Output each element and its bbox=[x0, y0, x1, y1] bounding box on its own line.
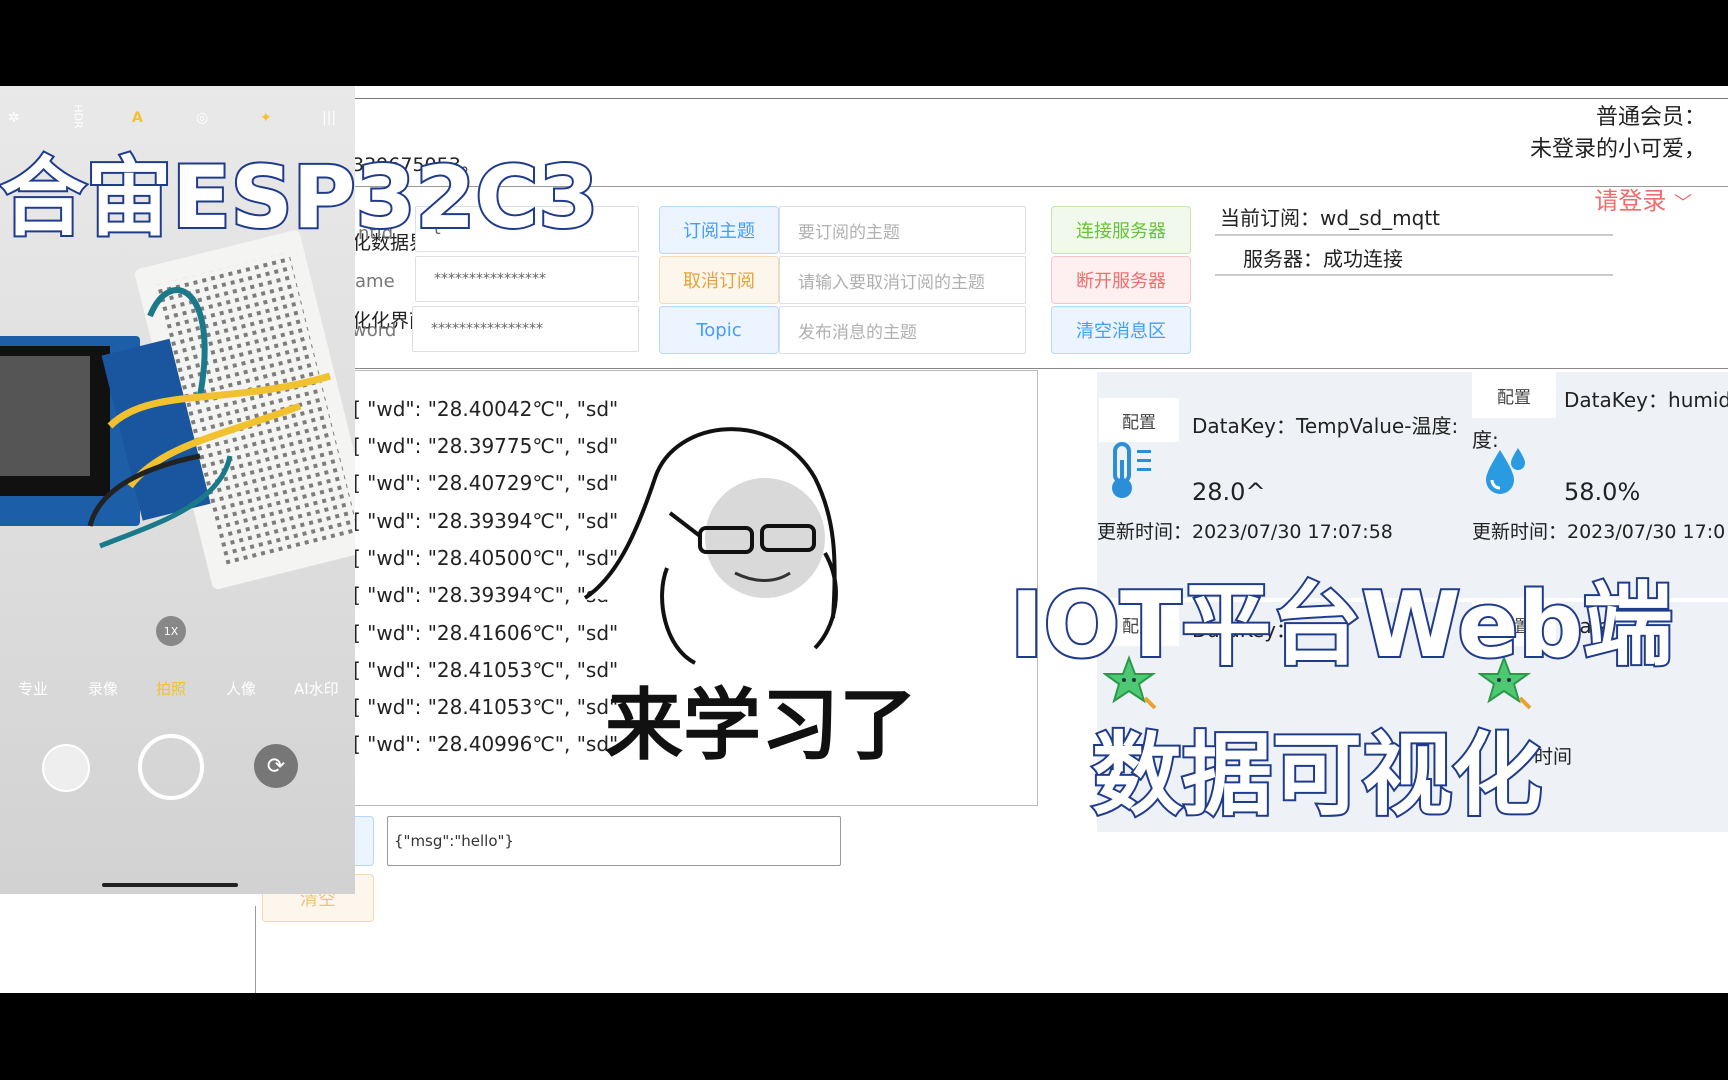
water-drop-icon bbox=[1482, 444, 1532, 502]
member-info: 普通会员： 未登录的小可爱， bbox=[1530, 102, 1706, 166]
publish-message-value: {"msg":"hello"} bbox=[394, 832, 514, 850]
home-indicator bbox=[102, 883, 238, 887]
hdr-icon: HDR bbox=[71, 104, 85, 129]
switch-camera-icon[interactable]: ⟳ bbox=[254, 744, 298, 788]
zoom-label: 1X bbox=[163, 624, 179, 638]
password-value: **************** bbox=[431, 321, 543, 337]
top-divider bbox=[352, 98, 1728, 99]
unsubscribe-button[interactable]: 取消订阅 bbox=[659, 256, 779, 304]
mode-ai-watermark[interactable]: AI水印 bbox=[294, 678, 339, 699]
username-label: ame bbox=[355, 271, 395, 292]
clear-messages-button[interactable]: 清空消息区 bbox=[1051, 306, 1191, 354]
camera-preview bbox=[0, 226, 355, 646]
unsubscribe-placeholder: 请输入要取消订阅的主题 bbox=[798, 272, 985, 293]
gallery-thumbnail[interactable] bbox=[42, 744, 90, 792]
current-subscription: 当前订阅：wd_sd_mqtt bbox=[1220, 206, 1441, 230]
ai-icon: A bbox=[132, 110, 143, 126]
unsubscribe-topic-input[interactable]: 请输入要取消订阅的主题 bbox=[779, 256, 1026, 304]
disconnect-server-button[interactable]: 断开服务器 bbox=[1051, 256, 1191, 304]
thermometer-icon bbox=[1105, 440, 1161, 506]
publish-message-input[interactable]: {"msg":"hello"} bbox=[387, 816, 841, 866]
status-divider-2 bbox=[1215, 274, 1613, 276]
connect-server-button[interactable]: 连接服务器 bbox=[1051, 206, 1191, 254]
overlay-title-right-1: IOT平台Web端 bbox=[1008, 572, 1675, 680]
data-card-humidity: 配置 DataKey：humidi 度: 58.0% 更新时间：2023/07/… bbox=[1472, 372, 1728, 598]
live-icon: ◎ bbox=[196, 110, 209, 126]
subscribe-button[interactable]: 订阅主题 bbox=[659, 206, 779, 254]
mode-video[interactable]: 录像 bbox=[88, 678, 118, 699]
humidity-value: 58.0% bbox=[1564, 478, 1641, 506]
flash-icon: ✲ bbox=[8, 110, 20, 126]
mode-portrait[interactable]: 人像 bbox=[226, 678, 256, 699]
zoom-button[interactable]: 1X bbox=[156, 616, 186, 646]
username-field[interactable]: **************** bbox=[415, 256, 639, 302]
data-card-temp: 配置 DataKey：TempValue-温度: 28.0^ 更新时间：2023… bbox=[1097, 372, 1472, 598]
datakey-label: DataKey：TempValue-温度: bbox=[1192, 414, 1459, 438]
server-status: 服务器：成功连接 bbox=[1243, 247, 1403, 271]
publish-topic-input[interactable]: 发布消息的主题 bbox=[779, 306, 1026, 354]
meme-caption: 来学习了 bbox=[605, 681, 918, 771]
overlay-title-left: 合宙ESP32C3 bbox=[0, 146, 600, 250]
chevron-down-icon: ﹀ bbox=[1674, 193, 1692, 214]
login-label: 请登录 bbox=[1594, 187, 1667, 215]
update-time: 更新时间：2023/07/30 17:07:58 bbox=[1097, 521, 1393, 543]
temperature-value: 28.0^ bbox=[1192, 478, 1266, 506]
password-field[interactable]: **************** bbox=[412, 306, 639, 352]
member-name: 未登录的小可爱， bbox=[1529, 137, 1706, 162]
bottom-letterbox bbox=[0, 993, 1728, 1080]
subscribe-topic-input[interactable]: 要订阅的主题 bbox=[779, 206, 1026, 254]
meme-sticker: 来学习了 bbox=[575, 418, 965, 771]
effects-icon: ✦ bbox=[260, 110, 272, 126]
update-time: 更新时间：2023/07/30 17:0 bbox=[1472, 521, 1726, 543]
topic-button[interactable]: Topic bbox=[659, 306, 779, 354]
status-divider-1 bbox=[1215, 234, 1613, 236]
shutter-button[interactable] bbox=[138, 734, 204, 800]
left-border bbox=[255, 906, 256, 993]
form-divider bbox=[352, 368, 1728, 369]
member-level: 普通会员： bbox=[1595, 105, 1706, 130]
config-button[interactable]: 配置 bbox=[1472, 372, 1556, 418]
datakey-label: DataKey：humidi bbox=[1564, 388, 1728, 412]
config-button[interactable]: 配置 bbox=[1099, 398, 1179, 442]
publish-topic-placeholder: 发布消息的主题 bbox=[798, 322, 917, 343]
subscribe-placeholder: 要订阅的主题 bbox=[798, 222, 900, 243]
username-value: **************** bbox=[434, 271, 546, 287]
mode-photo[interactable]: 拍照 bbox=[156, 678, 186, 699]
password-label: word bbox=[352, 320, 397, 341]
mode-pro[interactable]: 专业 bbox=[18, 678, 48, 699]
meme-face-icon bbox=[583, 427, 838, 665]
overlay-title-right-2: 数据可视化 bbox=[1090, 722, 1544, 830]
menu-icon: ||| bbox=[322, 110, 337, 126]
